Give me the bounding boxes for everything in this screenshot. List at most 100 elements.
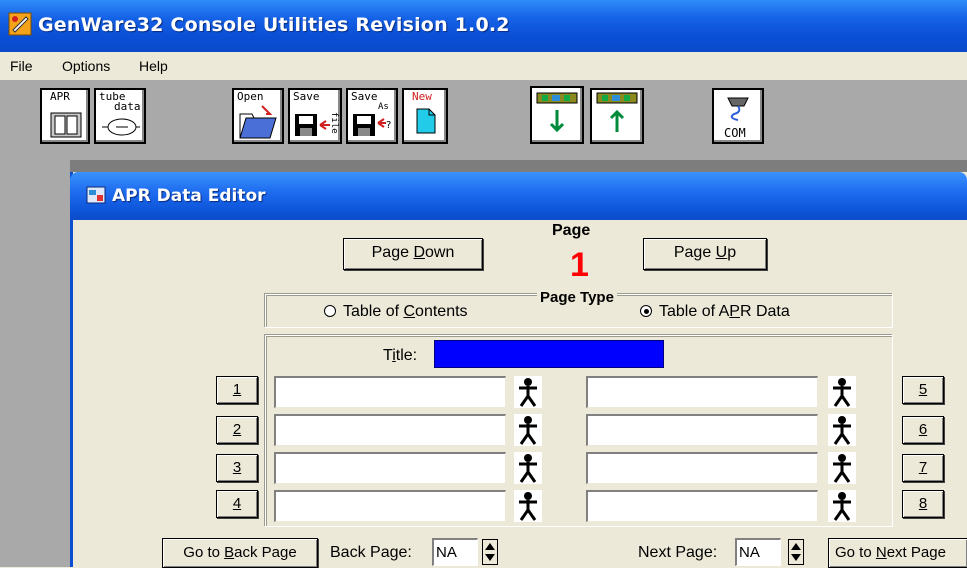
title-label-post: tle: — [395, 347, 418, 364]
row-button-8-label: 8 — [918, 495, 928, 512]
person-icon — [833, 454, 851, 483]
title-label-pre: T — [383, 347, 393, 364]
row-button-6[interactable]: 6 — [902, 416, 944, 444]
radio-table-of-contents-label[interactable]: Table of Contents — [343, 303, 468, 321]
person-icon — [519, 416, 537, 445]
person-button-5[interactable] — [828, 376, 856, 408]
open-button-label: Open — [237, 90, 264, 103]
apr-data-label-pre: Table of A — [659, 303, 730, 320]
page-label: Page — [552, 222, 591, 239]
person-button-3[interactable] — [514, 452, 542, 484]
save-as-button[interactable]: Save As ? — [346, 88, 398, 144]
entry-field-1[interactable] — [274, 376, 506, 408]
svg-text:?: ? — [386, 120, 391, 131]
serial-cable-icon — [727, 97, 749, 121]
person-icon — [519, 378, 537, 407]
save-file-sublabel: file — [329, 112, 339, 134]
entry-field-8[interactable] — [586, 490, 818, 522]
save-button-label: Save — [293, 90, 320, 103]
person-button-6[interactable] — [828, 414, 856, 446]
entry-field-7[interactable] — [586, 452, 818, 484]
com-port-button[interactable]: COM — [712, 88, 764, 144]
book-icon — [50, 112, 82, 138]
next-page-spinner-icon[interactable] — [788, 539, 804, 565]
person-icon — [833, 416, 851, 445]
person-icon — [833, 492, 851, 521]
person-button-4[interactable] — [514, 490, 542, 522]
entry-field-4[interactable] — [274, 490, 506, 522]
tube-data-button[interactable]: tube data — [94, 88, 146, 144]
next-page-label: Next Page: — [638, 544, 718, 561]
person-button-1[interactable] — [514, 376, 542, 408]
new-file-icon — [416, 108, 436, 134]
row-button-2-label: 2 — [232, 421, 242, 438]
workspace-gutter — [0, 160, 70, 567]
menu-options[interactable]: Options — [62, 58, 110, 74]
page-up-button[interactable]: Page Up — [643, 238, 767, 270]
row-button-8[interactable]: 8 — [902, 490, 944, 518]
row-button-2[interactable]: 2 — [216, 416, 258, 444]
page-up-label-key: U — [715, 244, 728, 261]
apr-data-label-post: R Data — [739, 303, 790, 320]
save-as-button-label: Save — [351, 90, 378, 103]
page-type-label: Page Type — [537, 289, 617, 306]
toolbar: APR tube data Open Save file Save As ? N… — [0, 80, 967, 160]
entry-field-3[interactable] — [274, 452, 506, 484]
go-next-label-pre: Go to — [835, 544, 876, 561]
go-next-label-key: N — [875, 544, 887, 561]
entry-field-2[interactable] — [274, 414, 506, 446]
title-label: Title: — [383, 347, 417, 365]
toc-label-pre: Table of — [343, 303, 404, 320]
page-up-label-post: p — [727, 244, 737, 261]
row-button-5-label: 5 — [918, 381, 928, 398]
go-back-label-post: ack Page — [234, 544, 297, 561]
floppy-save-as-icon: ? — [353, 114, 391, 136]
row-button-4[interactable]: 4 — [216, 490, 258, 518]
row-button-5[interactable]: 5 — [902, 376, 944, 404]
entry-field-6[interactable] — [586, 414, 818, 446]
person-button-2[interactable] — [514, 414, 542, 446]
go-back-label-pre: Go to — [183, 544, 225, 561]
radio-table-of-apr-data-label[interactable]: Table of APR Data — [659, 303, 790, 321]
row-button-3[interactable]: 3 — [216, 454, 258, 482]
go-to-next-page-button[interactable]: Go to Next Page — [828, 538, 967, 568]
go-to-back-page-button[interactable]: Go to Back Page — [162, 538, 318, 568]
toc-label-post: ontents — [415, 303, 468, 320]
title-input[interactable] — [434, 340, 664, 368]
row-button-1[interactable]: 1 — [216, 376, 258, 404]
editor-title: APR Data Editor — [112, 186, 266, 206]
page-down-label-post: own — [425, 244, 455, 261]
download-button[interactable] — [530, 86, 584, 144]
go-next-label-post: ext Page — [886, 544, 946, 561]
editor-window-icon — [86, 186, 106, 204]
row-button-7[interactable]: 7 — [902, 454, 944, 482]
menu-help[interactable]: Help — [139, 58, 168, 74]
person-button-8[interactable] — [828, 490, 856, 522]
row-button-3-label: 3 — [232, 459, 242, 476]
save-button[interactable]: Save file — [288, 88, 342, 144]
new-button-label: New — [412, 90, 432, 103]
page-down-label-pre: Page — [371, 244, 414, 261]
go-back-label-key: B — [224, 544, 235, 561]
open-button[interactable]: Open — [232, 88, 284, 144]
radio-selected-dot — [644, 309, 649, 314]
download-arrow-icon — [536, 92, 578, 133]
apr-editor-button[interactable]: APR — [40, 88, 90, 144]
radio-table-of-apr-data[interactable] — [640, 305, 652, 317]
page-up-label-pre: Page — [673, 244, 716, 261]
menu-file[interactable]: File — [10, 58, 33, 74]
upload-arrow-icon — [596, 92, 638, 132]
upload-button[interactable] — [590, 88, 644, 144]
entry-field-5[interactable] — [586, 376, 818, 408]
com-label: COM — [724, 126, 746, 140]
back-page-spinner-icon[interactable] — [482, 539, 498, 565]
next-page-input[interactable]: NA — [735, 538, 781, 566]
menu-bar: File Options Help — [0, 52, 967, 80]
person-icon — [519, 492, 537, 521]
back-page-input[interactable]: NA — [432, 538, 478, 566]
row-button-7-label: 7 — [918, 459, 928, 476]
radio-table-of-contents[interactable] — [324, 305, 336, 317]
page-down-button[interactable]: Page Down — [343, 238, 483, 270]
new-button[interactable]: New — [402, 88, 448, 144]
person-button-7[interactable] — [828, 452, 856, 484]
